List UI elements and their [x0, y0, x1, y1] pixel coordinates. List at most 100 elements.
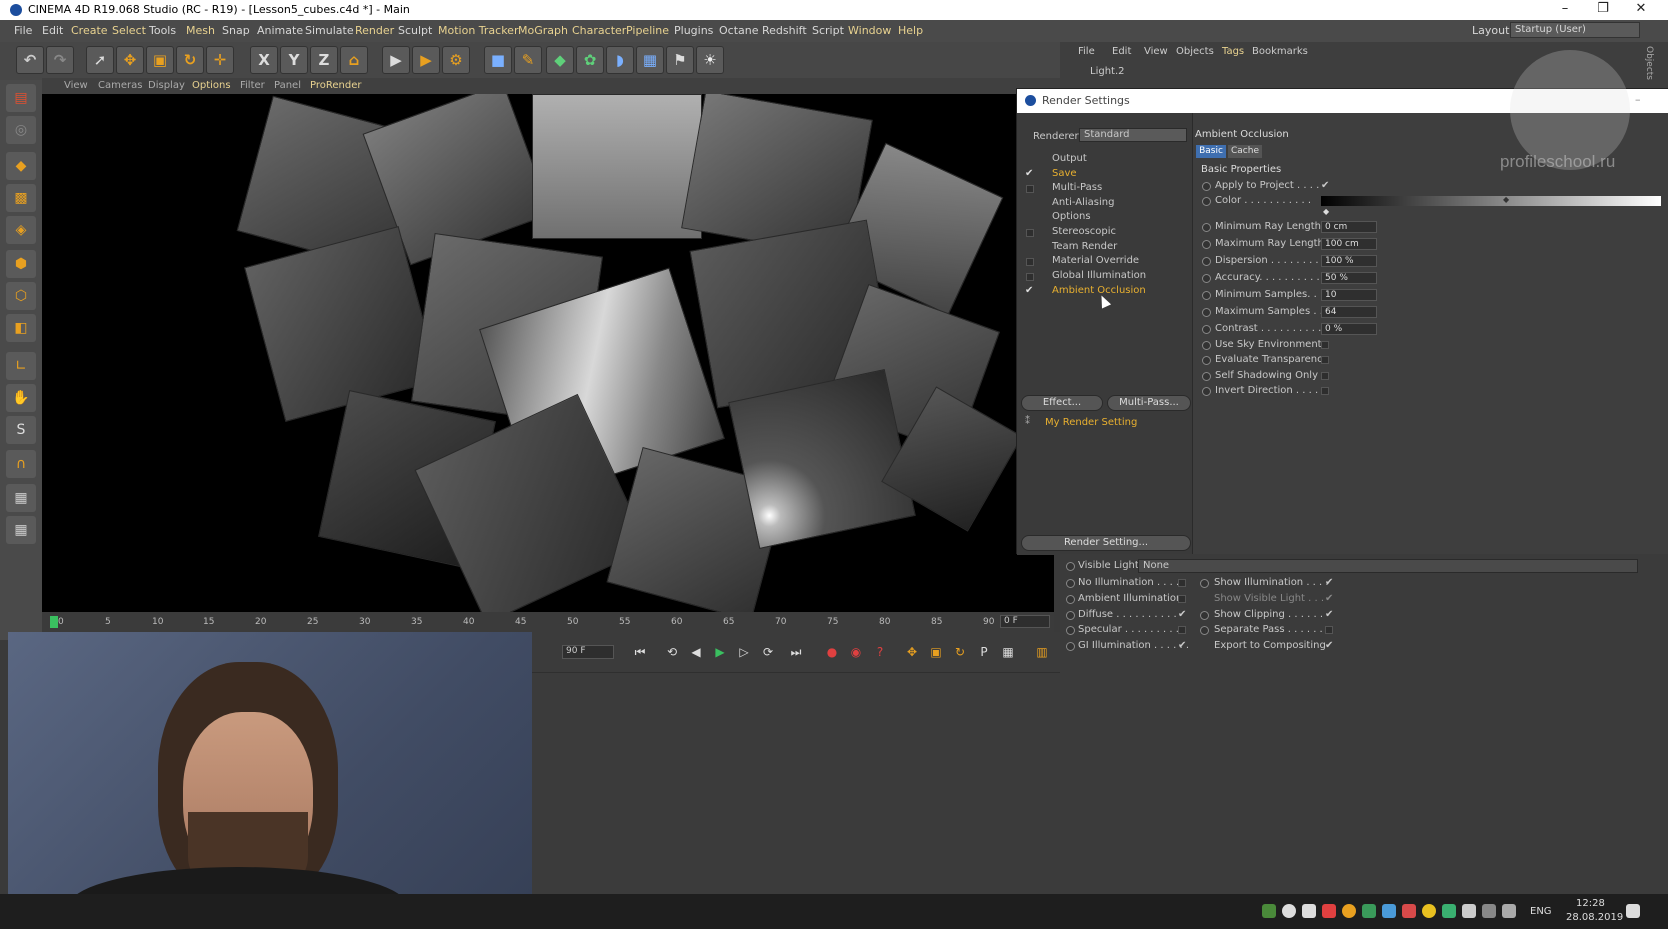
clock-time[interactable]: 12:28 [1576, 898, 1605, 909]
radio-icon[interactable] [1202, 223, 1211, 232]
no-illumination-check[interactable] [1178, 579, 1186, 587]
render-view-icon[interactable]: ▶ [382, 46, 410, 74]
menu-mograph[interactable]: MoGraph [518, 24, 568, 37]
vp-menu-options[interactable]: Options [192, 80, 231, 91]
menu-pipeline[interactable]: Pipeline [626, 24, 669, 37]
timeline-ruler[interactable]: 0 5 10 15 20 25 30 35 40 45 50 55 60 65 … [42, 612, 1054, 632]
record-parameter-icon[interactable]: P [974, 642, 994, 662]
om-menu-edit[interactable]: Edit [1112, 46, 1131, 57]
next-frame-icon[interactable]: ▷ [734, 642, 754, 662]
save-check[interactable]: ✔ [1025, 169, 1035, 179]
renderer-dropdown[interactable]: Standard [1079, 128, 1187, 142]
tray-app-icon[interactable] [1322, 904, 1336, 918]
cube-object-icon[interactable]: ■ [484, 46, 512, 74]
om-menu-tags[interactable]: Tags [1222, 46, 1244, 57]
radio-icon[interactable] [1202, 240, 1211, 249]
restore-button[interactable]: ❐ [1588, 1, 1618, 19]
menu-file[interactable]: File [14, 24, 32, 37]
redo-icon[interactable]: ↷ [46, 46, 74, 74]
my-render-setting[interactable]: My Render Setting [1045, 417, 1137, 428]
accuracy-field[interactable]: 50 % [1321, 272, 1377, 284]
ambient-occlusion-check[interactable]: ✔ [1025, 286, 1035, 296]
record-position-icon[interactable]: ✥ [902, 642, 922, 662]
texture-axis-icon[interactable]: ▩ [6, 184, 36, 212]
dropbox-icon[interactable] [1302, 904, 1316, 918]
min-ray-length-field[interactable]: 0 cm [1321, 221, 1377, 233]
playhead-marker[interactable] [50, 616, 58, 628]
current-frame-field[interactable]: 0 F [1000, 615, 1050, 628]
menu-simulate[interactable]: Simulate [305, 24, 354, 37]
show-illumination-check[interactable]: ✔ [1325, 577, 1333, 588]
gradient-knob-icon[interactable]: ◆ [1323, 207, 1329, 216]
show-visible-light-check[interactable]: ✔ [1325, 593, 1333, 604]
scale-tool-icon[interactable]: ▣ [146, 46, 174, 74]
show-clipping-check[interactable]: ✔ [1325, 609, 1333, 620]
om-menu-file[interactable]: File [1078, 46, 1095, 57]
om-menu-bookmarks[interactable]: Bookmarks [1252, 46, 1308, 57]
evaluate-transparency-check[interactable] [1321, 356, 1329, 364]
list-ambient-occlusion[interactable]: Ambient Occlusion [1052, 285, 1146, 296]
objects-side-tab[interactable]: Objects [1644, 46, 1654, 80]
export-to-compositing-check[interactable]: ✔ [1325, 640, 1333, 651]
tray-app-icon[interactable] [1382, 904, 1396, 918]
multipass-check[interactable] [1026, 185, 1034, 193]
radio-icon[interactable] [1202, 291, 1211, 300]
model-mode-icon[interactable]: ◆ [6, 152, 36, 180]
ambient-illumination-check[interactable] [1178, 595, 1186, 603]
go-to-start-icon[interactable]: ⏮ [630, 642, 650, 662]
array-generator-icon[interactable]: ✿ [576, 46, 604, 74]
shield-icon[interactable] [1442, 904, 1456, 918]
chrome-icon[interactable] [1342, 904, 1356, 918]
edges-mode-icon[interactable]: ⬡ [6, 282, 36, 310]
tab-basic[interactable]: Basic [1196, 145, 1226, 158]
render-setting-button[interactable]: Render Setting... [1021, 535, 1191, 551]
edit-render-settings-icon[interactable]: ⚙ [442, 46, 470, 74]
record-pla-icon[interactable]: ▦ [998, 642, 1018, 662]
move-tool-icon[interactable]: ✥ [116, 46, 144, 74]
z-axis-icon[interactable]: Z [310, 46, 338, 74]
menu-snap[interactable]: Snap [222, 24, 250, 37]
invert-direction-check[interactable] [1321, 387, 1329, 395]
workplane-lock-icon[interactable]: ▦ [6, 484, 36, 512]
previous-frame-icon[interactable]: ◀ [686, 642, 706, 662]
multipass-button[interactable]: Multi-Pass... [1107, 395, 1191, 411]
x-axis-icon[interactable]: X [250, 46, 278, 74]
visible-light-dropdown[interactable]: None [1138, 559, 1638, 573]
play-icon[interactable]: ▶ [710, 642, 730, 662]
pen-spline-icon[interactable]: ✎ [514, 46, 542, 74]
menu-motion-tracker[interactable]: Motion Tracker [438, 24, 518, 37]
floor-icon[interactable]: ▦ [636, 46, 664, 74]
light-icon[interactable]: ☀ [696, 46, 724, 74]
menu-animate[interactable]: Animate [257, 24, 303, 37]
record-keys-icon[interactable]: ● [822, 642, 842, 662]
list-output[interactable]: Output [1052, 153, 1087, 164]
grid-icon[interactable]: ▦ [6, 516, 36, 544]
vp-menu-cameras[interactable]: Cameras [98, 80, 142, 91]
radio-icon[interactable] [1202, 341, 1211, 350]
menu-character[interactable]: Character [572, 24, 626, 37]
radio-icon[interactable] [1202, 372, 1211, 381]
output-check[interactable] [1025, 155, 1035, 165]
radio-icon[interactable] [1202, 197, 1211, 206]
tray-app-icon[interactable] [1422, 904, 1436, 918]
menu-window[interactable]: Window [848, 24, 891, 37]
global-illumination-check[interactable] [1026, 273, 1034, 281]
vp-menu-panel[interactable]: Panel [274, 80, 301, 91]
separate-pass-check[interactable] [1325, 626, 1333, 634]
radio-icon[interactable] [1202, 257, 1211, 266]
radio-icon[interactable] [1202, 182, 1211, 191]
menu-script[interactable]: Script [812, 24, 844, 37]
radio-icon[interactable] [1200, 579, 1209, 588]
points-mode-icon[interactable]: ⬢ [6, 250, 36, 278]
radio-icon[interactable] [1202, 387, 1211, 396]
microphone-icon[interactable] [1282, 904, 1296, 918]
select-tool-icon[interactable]: ➚ [86, 46, 114, 74]
max-samples-field[interactable]: 64 [1321, 306, 1377, 318]
vp-menu-prorender[interactable]: ProRender [310, 80, 361, 91]
previous-key-icon[interactable]: ⟲ [662, 642, 682, 662]
radio-icon[interactable] [1202, 356, 1211, 365]
clock-date[interactable]: 28.08.2019 [1566, 912, 1623, 923]
list-options[interactable]: Options [1052, 211, 1091, 222]
make-editable-icon[interactable]: ▤ [6, 84, 36, 112]
menu-plugins[interactable]: Plugins [674, 24, 713, 37]
